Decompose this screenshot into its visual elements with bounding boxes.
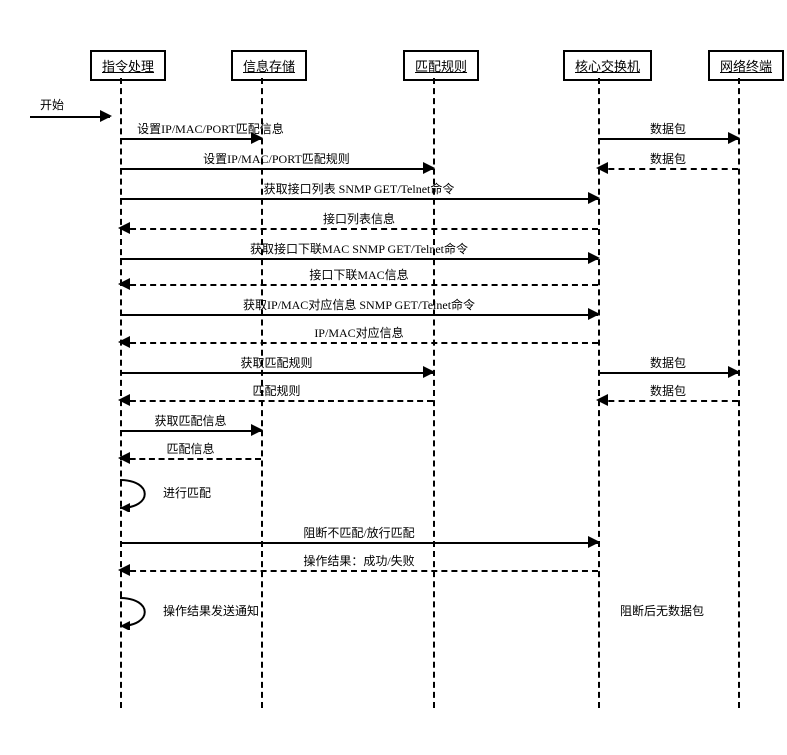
message-label: 操作结果发送通知: [163, 602, 259, 619]
message: IP/MAC对应信息: [120, 328, 598, 348]
message-label: 开始: [40, 96, 64, 113]
message-label: 操作结果：成功/失败: [120, 552, 598, 569]
message-label: 进行匹配: [163, 484, 211, 501]
message-label: 获取匹配信息: [120, 412, 261, 429]
participant-terminal: 网络终端: [708, 50, 784, 81]
participant-label: 指令处理: [102, 59, 154, 74]
message: 操作结果：成功/失败: [120, 556, 598, 576]
message-label: 数据包: [598, 150, 738, 167]
message: 接口列表信息: [120, 214, 598, 234]
self-loop-icon: [98, 596, 158, 630]
self-message: 进行匹配: [118, 478, 173, 506]
message-label: 设置IP/MAC/PORT匹配规则: [120, 150, 433, 167]
message: 获取匹配规则: [120, 358, 433, 378]
message-label: 匹配信息: [120, 440, 261, 457]
message-label: 获取接口下联MAC SNMP GET/Telnet命令: [120, 240, 598, 257]
message: 设置IP/MAC/PORT匹配规则: [120, 154, 433, 174]
message-label: 获取IP/MAC对应信息 SNMP GET/Telnet命令: [120, 296, 598, 313]
note-label: 阻断后无数据包: [620, 604, 704, 618]
message-label: IP/MAC对应信息: [120, 324, 598, 341]
message-label: 设置IP/MAC/PORT匹配信息: [110, 120, 311, 137]
message: 设置IP/MAC/PORT匹配信息: [120, 124, 261, 144]
message: 获取匹配信息: [120, 416, 261, 436]
message: 获取接口列表 SNMP GET/Telnet命令: [120, 184, 598, 204]
message: 接口下联MAC信息: [120, 270, 598, 290]
message-label: 数据包: [598, 382, 738, 399]
note: 阻断后无数据包: [620, 602, 704, 619]
participant-label: 网络终端: [720, 59, 772, 74]
message-label: 匹配规则: [120, 382, 433, 399]
participant-rule: 匹配规则: [403, 50, 479, 81]
message-label: 阻断不匹配/放行匹配: [120, 524, 598, 541]
message: 数据包: [598, 358, 738, 378]
message-label: 数据包: [598, 120, 738, 137]
participant-label: 信息存储: [243, 59, 295, 74]
self-message: 操作结果发送通知: [118, 596, 173, 624]
participant-label: 匹配规则: [415, 59, 467, 74]
sequence-diagram: 指令处理 信息存储 匹配规则 核心交换机 网络终端 开始 设置IP/MAC/PO…: [20, 20, 787, 735]
message-label: 接口下联MAC信息: [120, 266, 598, 283]
lifeline: [738, 78, 740, 708]
message: 匹配信息: [120, 444, 261, 464]
message: 获取接口下联MAC SNMP GET/Telnet命令: [120, 244, 598, 264]
message: 阻断不匹配/放行匹配: [120, 528, 598, 548]
participant-cmd: 指令处理: [90, 50, 166, 81]
message-label: 获取匹配规则: [120, 354, 433, 371]
message: 匹配规则: [120, 386, 433, 406]
start-message: 开始: [30, 102, 110, 122]
message-label: 接口列表信息: [120, 210, 598, 227]
self-loop-icon: [98, 478, 158, 512]
participant-switch: 核心交换机: [563, 50, 652, 81]
message-label: 获取接口列表 SNMP GET/Telnet命令: [120, 180, 598, 197]
message: 数据包: [598, 124, 738, 144]
participant-store: 信息存储: [231, 50, 307, 81]
participant-label: 核心交换机: [575, 59, 640, 74]
message: 数据包: [598, 386, 738, 406]
message: 获取IP/MAC对应信息 SNMP GET/Telnet命令: [120, 300, 598, 320]
message-label: 数据包: [598, 354, 738, 371]
message: 数据包: [598, 154, 738, 174]
